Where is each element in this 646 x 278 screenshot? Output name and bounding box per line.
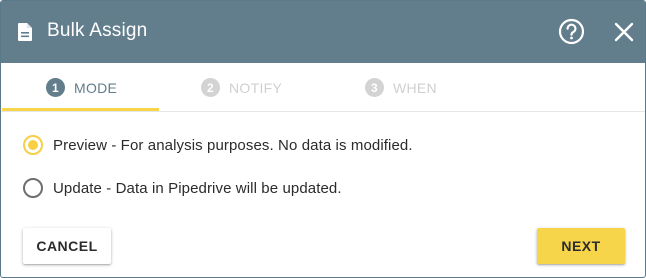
close-icon[interactable]: [613, 21, 635, 43]
step-label: WHEN: [393, 79, 437, 96]
radio-button[interactable]: [23, 178, 43, 198]
stepper: 1 MODE 2 NOTIFY 3 WHEN: [1, 63, 645, 112]
bulk-assign-dialog: Bulk Assign 1 MODE 2 NOTIFY 3 WHEN Previ…: [0, 0, 646, 278]
step-notify[interactable]: 2 NOTIFY: [201, 63, 282, 112]
option-label: Preview - For analysis purposes. No data…: [53, 136, 413, 154]
step-number: 1: [46, 78, 65, 97]
step-mode[interactable]: 1 MODE: [46, 63, 117, 112]
step-label: MODE: [74, 79, 118, 96]
radio-button-selected[interactable]: [23, 135, 43, 155]
step-number: 2: [201, 78, 220, 97]
dialog-header: Bulk Assign: [1, 1, 645, 63]
step-label: NOTIFY: [229, 79, 283, 96]
dialog-title: Bulk Assign: [47, 20, 148, 41]
next-button[interactable]: NEXT: [537, 228, 625, 264]
cancel-button[interactable]: CANCEL: [23, 228, 111, 264]
help-circle-icon[interactable]: [558, 18, 585, 45]
document-icon: [18, 23, 32, 41]
step-number: 3: [365, 78, 384, 97]
active-step-indicator: [2, 108, 159, 111]
step-when[interactable]: 3 WHEN: [365, 63, 437, 112]
option-label: Update - Data in Pipedrive will be updat…: [53, 179, 342, 197]
mode-option-update[interactable]: Update - Data in Pipedrive will be updat…: [23, 178, 342, 198]
mode-option-preview[interactable]: Preview - For analysis purposes. No data…: [23, 135, 413, 155]
